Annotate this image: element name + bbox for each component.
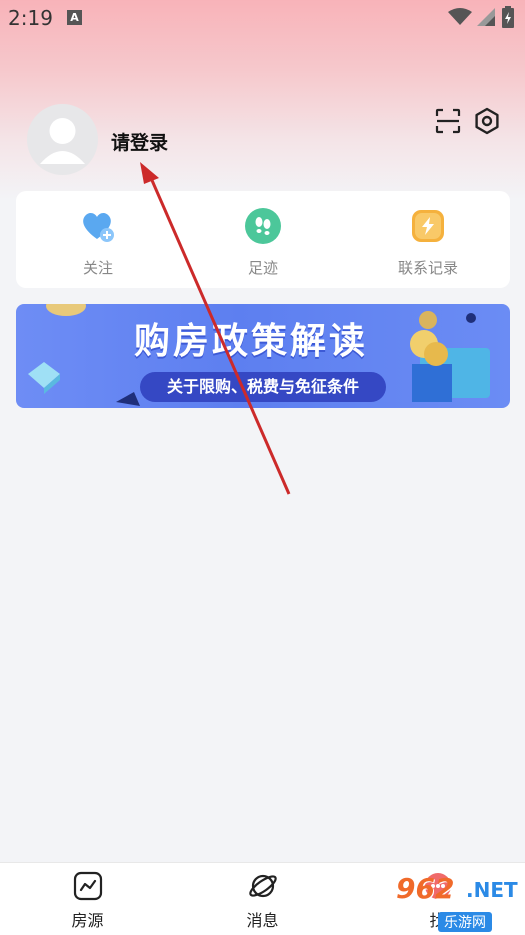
policy-banner[interactable]: 购房政策解读 关于限购、税费与免征条件	[16, 304, 510, 408]
avatar[interactable]	[27, 104, 98, 175]
login-button[interactable]: 请登录	[111, 128, 168, 155]
scan-icon[interactable]	[435, 108, 461, 134]
quick-actions-card: 关注 足迹 联系记录	[16, 191, 510, 288]
watermark-brand: 962	[396, 872, 455, 905]
quick-action-label: 足迹	[247, 259, 278, 277]
nav-label: 消息	[246, 911, 279, 930]
footprint-icon	[245, 208, 281, 244]
quick-action-footprint[interactable]: 足迹	[181, 191, 345, 288]
status-bar: 2:19 A	[0, 0, 525, 36]
banner-title: 购房政策解读	[134, 321, 369, 362]
user-icon	[40, 118, 85, 164]
quick-action-follow[interactable]: 关注	[16, 191, 180, 288]
battery-icon	[502, 6, 514, 28]
lightning-icon	[412, 210, 444, 242]
settings-icon[interactable]	[473, 107, 501, 135]
nav-label: 房源	[71, 911, 104, 930]
quick-action-label: 关注	[82, 259, 113, 277]
quick-action-contact-history[interactable]: 联系记录	[346, 191, 510, 288]
heart-plus-icon	[83, 213, 114, 242]
trend-chart-icon	[73, 871, 102, 901]
watermark-caption: 乐游网	[438, 912, 492, 932]
watermark-logo: 962 .NET 乐游网	[388, 866, 525, 935]
quick-action-label: 联系记录	[397, 259, 458, 277]
signal-icon	[477, 8, 495, 26]
watermark-suffix: .NET	[466, 878, 518, 902]
banner-subtitle: 关于限购、税费与免征条件	[140, 372, 386, 402]
nav-tab-messages[interactable]: 消息	[175, 863, 350, 935]
planet-icon	[248, 874, 277, 898]
notification-a-icon: A	[67, 10, 82, 25]
wifi-icon	[448, 8, 472, 25]
nav-tab-listings[interactable]: 房源	[0, 863, 175, 935]
status-time: 2:19	[8, 6, 53, 30]
